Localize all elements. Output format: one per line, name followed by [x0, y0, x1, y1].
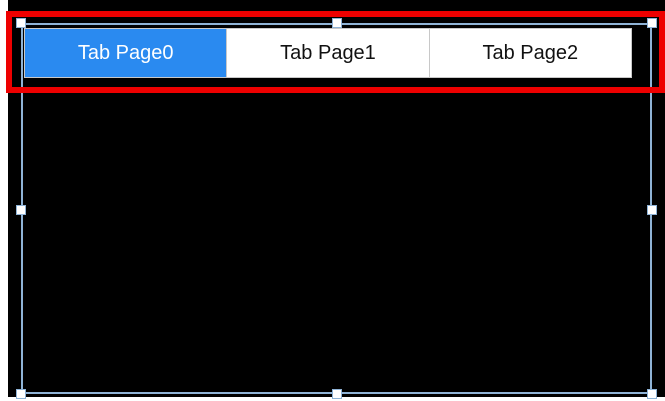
resize-handle-bottom-left[interactable]: [16, 389, 26, 399]
resize-handle-top-right[interactable]: [647, 18, 657, 28]
tab-page0[interactable]: Tab Page0: [25, 29, 228, 77]
tab-control-selection-frame[interactable]: [21, 23, 652, 394]
resize-handle-middle-left[interactable]: [16, 205, 26, 215]
tab-page2[interactable]: Tab Page2: [429, 29, 631, 77]
tab-bar: Tab Page0 Tab Page1 Tab Page2: [24, 28, 632, 78]
resize-handle-bottom-center[interactable]: [332, 389, 342, 399]
resize-handle-bottom-right[interactable]: [647, 389, 657, 399]
canvas-margin-left: [0, 0, 8, 401]
tab-page1[interactable]: Tab Page1: [227, 29, 430, 77]
resize-handle-top-left[interactable]: [16, 18, 26, 28]
resize-handle-top-center[interactable]: [332, 18, 342, 28]
resize-handle-middle-right[interactable]: [647, 205, 657, 215]
